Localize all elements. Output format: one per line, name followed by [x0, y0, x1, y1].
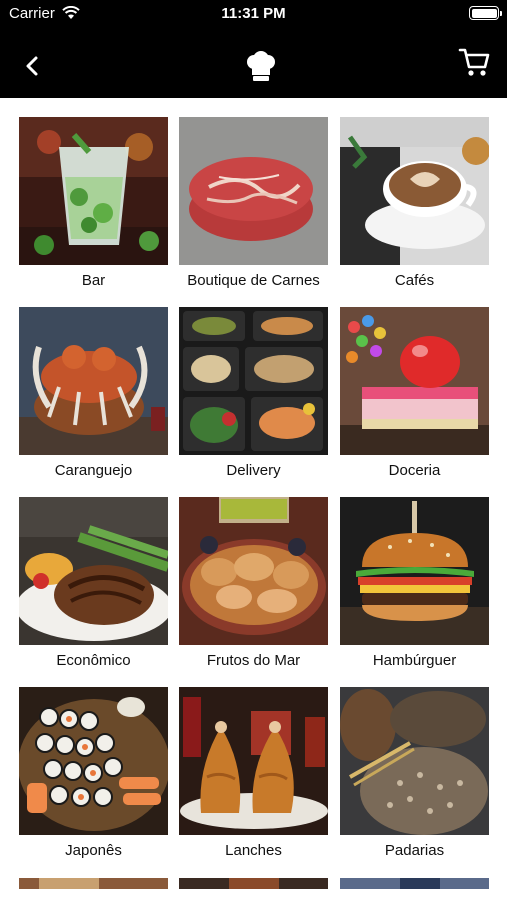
category-tile-caranguejo[interactable]: Caranguejo	[19, 307, 168, 482]
navigation-bar	[0, 28, 507, 98]
category-tile-cafes[interactable]: Cafés	[340, 117, 489, 292]
snacks-image	[179, 687, 328, 835]
burger-image	[340, 497, 489, 645]
category-tile-economico[interactable]: Econômico	[19, 497, 168, 672]
partial-image	[19, 878, 168, 889]
category-tile-padarias[interactable]: Padarias	[340, 687, 489, 862]
battery-icon	[469, 6, 502, 20]
chef-hat-icon	[247, 51, 275, 81]
category-label: Lanches	[225, 842, 282, 859]
category-tile-partial[interactable]	[340, 877, 489, 889]
category-label: Hambúrguer	[372, 652, 457, 669]
coffee-image	[340, 117, 489, 265]
category-tile-partial[interactable]	[19, 877, 168, 889]
category-label: Boutique de Carnes	[187, 272, 320, 289]
steak-image	[179, 117, 328, 265]
top-bar: Carrier 11:31 PM	[0, 0, 507, 98]
category-label: Caranguejo	[54, 462, 133, 479]
category-tile-delivery[interactable]: Delivery	[179, 307, 328, 482]
category-tile-boutique-de-carnes[interactable]: Boutique de Carnes	[179, 117, 328, 292]
category-tile-japones[interactable]: Japonês	[19, 687, 168, 862]
category-tile-partial[interactable]	[179, 877, 328, 889]
shopping-cart-icon[interactable]	[458, 45, 492, 79]
status-time: 11:31 PM	[221, 5, 286, 22]
category-label: Padarias	[384, 842, 445, 859]
crab-image	[19, 307, 168, 455]
partial-image	[340, 878, 489, 889]
steak-plate-image	[19, 497, 168, 645]
category-label: Econômico	[56, 652, 131, 669]
category-tile-lanches[interactable]: Lanches	[179, 687, 328, 862]
category-label: Bar	[81, 272, 106, 289]
status-bar: Carrier 11:31 PM	[0, 0, 507, 28]
bar-drink-image	[19, 117, 168, 265]
delivery-containers-image	[179, 307, 328, 455]
category-tile-hamburguer[interactable]: Hambúrguer	[340, 497, 489, 672]
category-tile-doceria[interactable]: Doceria	[340, 307, 489, 482]
category-label: Delivery	[226, 462, 281, 479]
category-label: Doceria	[388, 462, 441, 479]
category-label: Frutos do Mar	[206, 652, 301, 669]
bread-image	[340, 687, 489, 835]
chevron-left-icon[interactable]	[18, 52, 46, 80]
seafood-image	[179, 497, 328, 645]
sushi-image	[19, 687, 168, 835]
category-tile-bar[interactable]: Bar	[19, 117, 168, 292]
cake-image	[340, 307, 489, 455]
category-label: Japonês	[65, 842, 122, 859]
category-tile-frutos-do-mar[interactable]: Frutos do Mar	[179, 497, 328, 672]
partial-image	[179, 878, 328, 889]
category-label: Cafés	[394, 272, 435, 289]
